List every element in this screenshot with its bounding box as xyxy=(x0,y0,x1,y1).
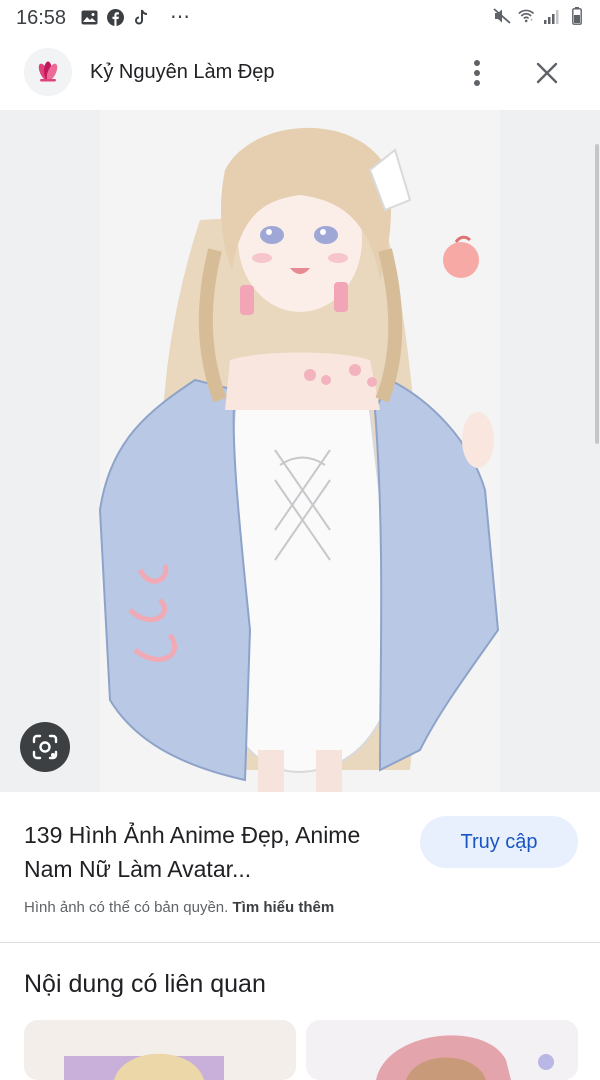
gallery-icon xyxy=(80,8,98,26)
visit-button[interactable]: Truy cập xyxy=(420,816,578,868)
battery-icon xyxy=(568,7,586,25)
site-name[interactable]: Kỷ Nguyên Làm Đẹp xyxy=(90,61,275,84)
tiktok-icon xyxy=(132,8,150,26)
system-icons: + xyxy=(493,7,586,25)
related-heading: Nội dung có liên quan xyxy=(24,970,266,998)
facebook-icon xyxy=(106,8,124,26)
copyright-notice: Hình ảnh có thể có bản quyền. Tìm hiểu t… xyxy=(24,899,334,916)
mute-icon xyxy=(493,7,511,25)
image-scrollbar[interactable] xyxy=(595,144,599,444)
result-title[interactable]: 139 Hình Ảnh Anime Đẹp, Anime Nam Nữ Làm… xyxy=(24,818,394,886)
lens-icon[interactable] xyxy=(20,722,70,772)
related-thumbnail xyxy=(24,1020,296,1080)
signal-icon xyxy=(543,7,561,25)
more-vert-icon[interactable] xyxy=(462,56,492,90)
learn-more-link[interactable]: Tìm hiểu thêm xyxy=(233,899,335,916)
close-icon[interactable] xyxy=(530,56,564,90)
anime-girl-illustration xyxy=(98,110,500,792)
wifi-icon: + xyxy=(518,7,536,25)
copyright-text: Hình ảnh có thể có bản quyền. xyxy=(24,899,229,916)
flower-logo-icon[interactable] xyxy=(24,48,72,96)
status-bar: 16:58 ⋯ + xyxy=(0,0,600,36)
svg-text:+: + xyxy=(530,19,533,24)
status-time: 16:58 xyxy=(16,7,67,29)
divider xyxy=(0,942,600,943)
related-card[interactable] xyxy=(24,1020,296,1080)
related-card[interactable] xyxy=(306,1020,578,1080)
result-image[interactable] xyxy=(0,110,600,792)
result-header: Kỷ Nguyên Làm Đẹp xyxy=(0,36,600,110)
more-notifications-icon: ⋯ xyxy=(170,6,192,28)
related-thumbnail xyxy=(306,1020,578,1080)
notification-icons xyxy=(80,8,150,26)
